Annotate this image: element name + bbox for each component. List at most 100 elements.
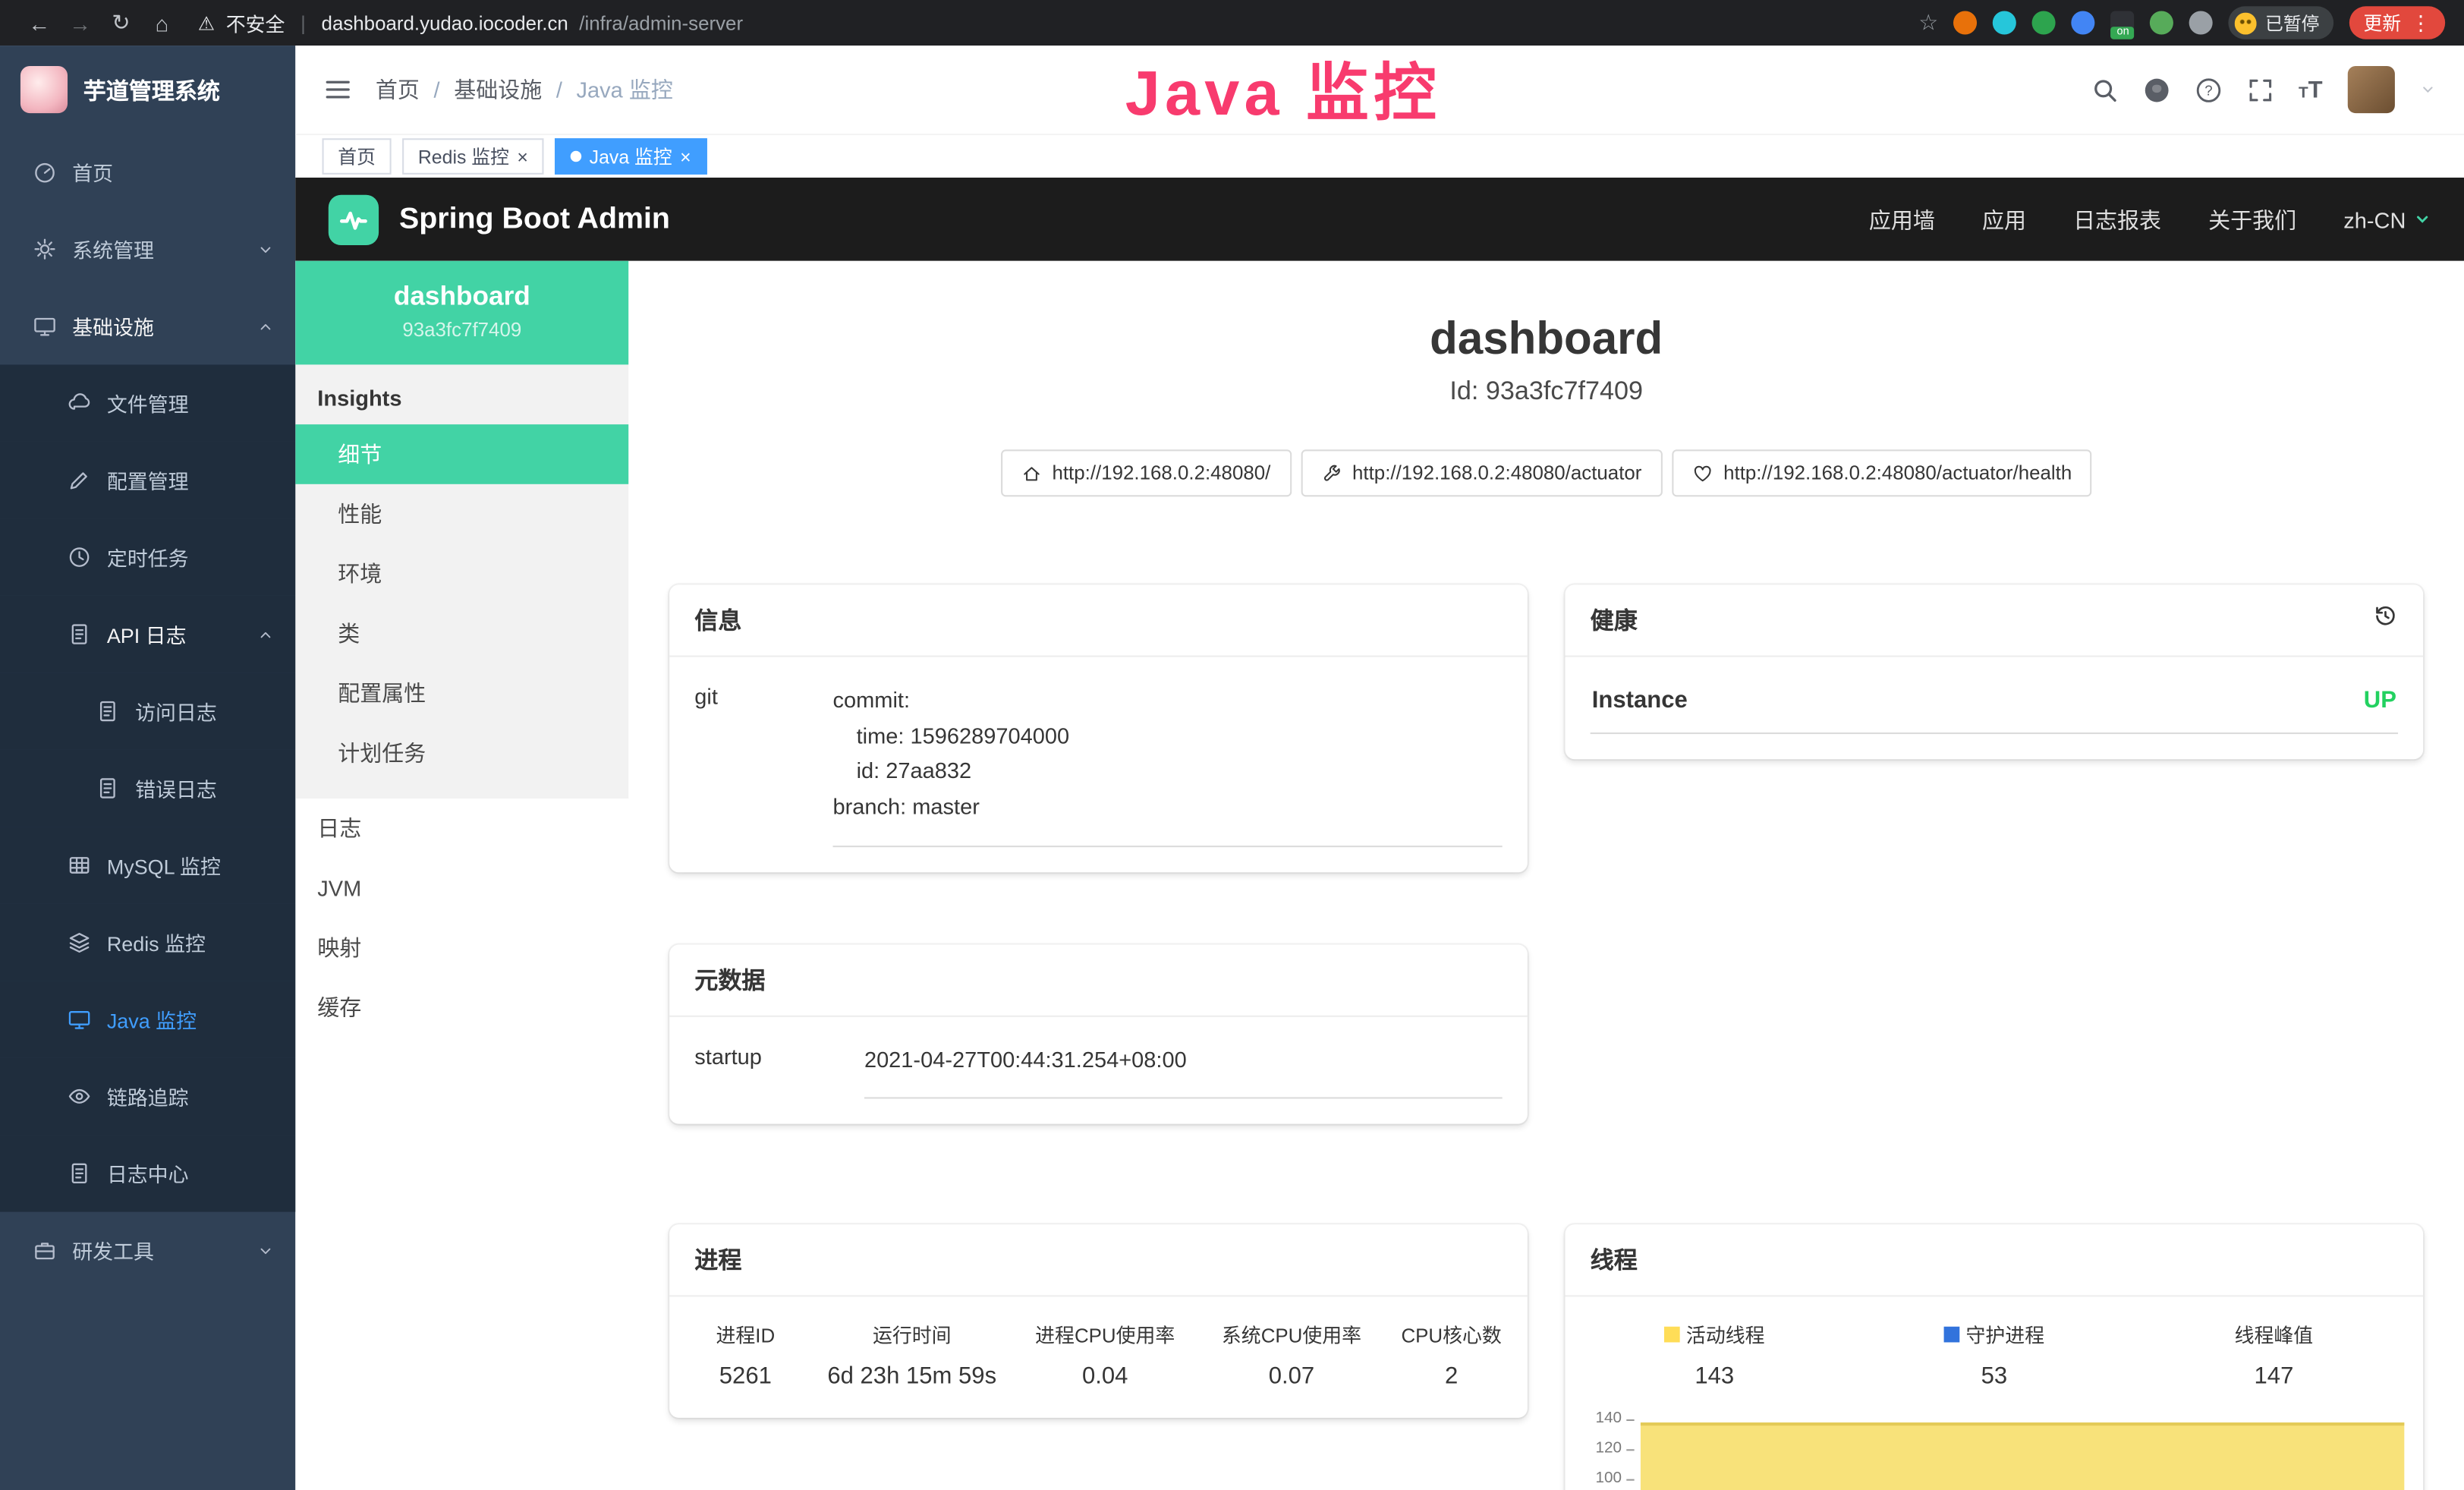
sidebar-item-dev-tools[interactable]: 研发工具 — [0, 1212, 295, 1289]
instance-links: http://192.168.0.2:48080/http://192.168.… — [669, 449, 2423, 496]
sba-nav-applications[interactable]: 应用 — [1982, 203, 2026, 235]
sba-nav-about[interactable]: 关于我们 — [2208, 203, 2296, 235]
sidebar-item-redis-monitor[interactable]: Redis 监控 — [0, 904, 295, 981]
sidebar-item-mysql-monitor[interactable]: MySQL 监控 — [0, 827, 295, 903]
sba-sidebar-item-environment[interactable]: 环境 — [295, 543, 628, 603]
sidebar-item-system-management[interactable]: 系统管理 — [0, 210, 295, 287]
extension-blue-grid-icon[interactable] — [2072, 11, 2095, 34]
sidebar-item-link-tracing[interactable]: 链路追踪 — [0, 1058, 295, 1135]
address-bar[interactable]: ⚠ 不安全 | dashboard.yudao.iocoder.cn/infra… — [198, 8, 743, 37]
instance-actuator-link[interactable]: http://192.168.0.2:48080/actuator — [1301, 449, 1663, 496]
forward-button[interactable]: → — [60, 10, 101, 35]
extension-orange-icon[interactable] — [1954, 11, 1978, 34]
chart-ytick-label: 140 — [1575, 1412, 1622, 1428]
sidebar-item-infrastructure[interactable]: 基础设施 — [0, 288, 295, 364]
header-bar: 首页/基础设施/Java 监控 ? TT — [295, 46, 2464, 134]
update-button[interactable]: 更新 ⋮ — [2349, 6, 2445, 39]
sba-sidebar-item-details[interactable]: 细节 — [295, 424, 628, 484]
locale-selector[interactable]: zh-CN — [2343, 206, 2431, 232]
sba-sidebar-item-performance[interactable]: 性能 — [295, 484, 628, 544]
close-tab-icon[interactable]: × — [517, 147, 528, 166]
sidebar-item-log-center[interactable]: 日志中心 — [0, 1135, 295, 1211]
tab-bar: 首页Redis 监控×Java 监控× — [295, 134, 2464, 178]
process-value: 5261 — [679, 1363, 813, 1390]
sba-sidebar-item-caches[interactable]: 缓存 — [295, 978, 628, 1038]
instance-root-link[interactable]: http://192.168.0.2:48080/ — [1000, 449, 1291, 496]
process-column-header: 进程ID — [679, 1319, 813, 1349]
reload-button[interactable]: ↻ — [101, 9, 142, 36]
briefcase-icon — [33, 1239, 56, 1262]
breadcrumb-item[interactable]: 基础设施 — [454, 74, 542, 105]
app-title: 芋道管理系统 — [83, 73, 220, 106]
sba-sidebar-item-classes[interactable]: 类 — [295, 603, 628, 663]
close-tab-icon[interactable]: × — [680, 147, 691, 166]
page-subtitle: Id: 93a3fc7f7409 — [669, 377, 2423, 407]
sidebar-item-access-logs[interactable]: 访问日志 — [0, 673, 295, 749]
threads-grid: 活动线程守护进程线程峰值14353147 — [1566, 1297, 2424, 1396]
admin-sidebar: 芋道管理系统 首页系统管理基础设施文件管理配置管理定时任务API 日志访问日志错… — [0, 46, 295, 1490]
search-icon[interactable] — [2091, 76, 2118, 102]
sidebar-item-java-monitor[interactable]: Java 监控 — [0, 981, 295, 1057]
instance-header[interactable]: dashboard 93a3fc7f7409 — [295, 261, 628, 365]
tab-label: Redis 监控 — [418, 143, 509, 169]
chart-area — [1641, 1423, 2404, 1490]
legend-swatch — [1944, 1326, 1960, 1342]
back-button[interactable]: ← — [19, 10, 60, 35]
sidebar-toggle-icon[interactable] — [324, 75, 352, 103]
warning-icon: ⚠ — [198, 12, 215, 34]
sidebar-item-api-logs[interactable]: API 日志 — [0, 596, 295, 673]
sidebar-item-label: Redis 监控 — [107, 928, 206, 957]
kebab-menu-icon[interactable]: ⋮ — [2411, 13, 2431, 33]
insights-section: Insights 细节性能环境类配置属性计划任务 — [295, 364, 628, 799]
sba-logo-icon[interactable] — [329, 194, 379, 244]
instance-id: 93a3fc7f7409 — [308, 319, 616, 341]
sidebar-item-label: 链路追踪 — [107, 1082, 189, 1111]
help-icon[interactable]: ? — [2195, 76, 2221, 102]
extension-teal-icon[interactable] — [1994, 11, 2017, 34]
sba-sidebar-item-jvm[interactable]: JVM — [295, 858, 628, 918]
sidebar-item-file-management[interactable]: 文件管理 — [0, 364, 295, 441]
app-logo[interactable]: 芋道管理系统 — [0, 46, 295, 134]
font-size-icon[interactable]: TT — [2299, 78, 2323, 102]
sidebar-item-home[interactable]: 首页 — [0, 134, 295, 210]
fullscreen-icon[interactable] — [2247, 76, 2274, 102]
extension-green-icon[interactable] — [2033, 11, 2056, 34]
tab-java-monitor[interactable]: Java 监控× — [555, 138, 706, 175]
sba-nav-journal[interactable]: 日志报表 — [2073, 203, 2161, 235]
threads-card-title: 线程 — [1591, 1244, 1638, 1277]
sidebar-item-error-logs[interactable]: 错误日志 — [0, 750, 295, 827]
info-value-line: time: 1596289704000 — [833, 718, 1503, 754]
chevron-down-icon[interactable] — [2420, 82, 2436, 98]
history-icon[interactable] — [2373, 603, 2398, 628]
extension-leaf-icon[interactable] — [2151, 11, 2174, 34]
tab-home[interactable]: 首页 — [323, 138, 392, 175]
doc-icon — [96, 777, 119, 800]
insight-list: 细节性能环境类配置属性计划任务 — [295, 424, 628, 783]
sba-sidebar-item-mappings[interactable]: 映射 — [295, 918, 628, 978]
info-value-lines: commit:time: 1596289704000id: 27aa832bra… — [833, 682, 1503, 847]
sba-sidebar-item-scheduled[interactable]: 计划任务 — [295, 723, 628, 783]
health-card-title: 健康 — [1591, 603, 1638, 636]
chart-tick-mark — [1626, 1420, 1634, 1422]
bookmark-star-icon[interactable]: ☆ — [1918, 9, 1938, 36]
extension-on-switch-icon[interactable]: on — [2111, 11, 2135, 34]
instance-health-link[interactable]: http://192.168.0.2:48080/actuator/health — [1672, 449, 2092, 496]
extension-puzzle-icon[interactable] — [2190, 11, 2214, 34]
home-button[interactable]: ⌂ — [141, 10, 182, 35]
tab-redis-monitor[interactable]: Redis 监控 × — [402, 138, 543, 175]
info-value-line: commit: — [833, 682, 1503, 718]
sidebar-item-config-management[interactable]: 配置管理 — [0, 442, 295, 518]
sba-sidebar-item-logs[interactable]: 日志 — [295, 799, 628, 858]
sba-nav-wall[interactable]: 应用墙 — [1869, 203, 1935, 235]
breadcrumb-item[interactable]: 首页 — [376, 74, 420, 105]
sba-sidebar-item-config-props[interactable]: 配置属性 — [295, 663, 628, 723]
sidebar-item-label: 配置管理 — [107, 465, 189, 495]
url-host: dashboard.yudao.iocoder.cn — [322, 12, 568, 34]
profile-paused-badge[interactable]: 已暂停 — [2229, 6, 2333, 39]
sidebar-item-scheduled-tasks[interactable]: 定时任务 — [0, 518, 295, 595]
sba-brand[interactable]: Spring Boot Admin — [399, 202, 670, 237]
app-shell: 芋道管理系统 首页系统管理基础设施文件管理配置管理定时任务API 日志访问日志错… — [0, 46, 2464, 1490]
github-icon[interactable] — [2143, 76, 2170, 102]
user-avatar[interactable] — [2348, 66, 2395, 113]
breadcrumb-separator: / — [434, 77, 440, 102]
